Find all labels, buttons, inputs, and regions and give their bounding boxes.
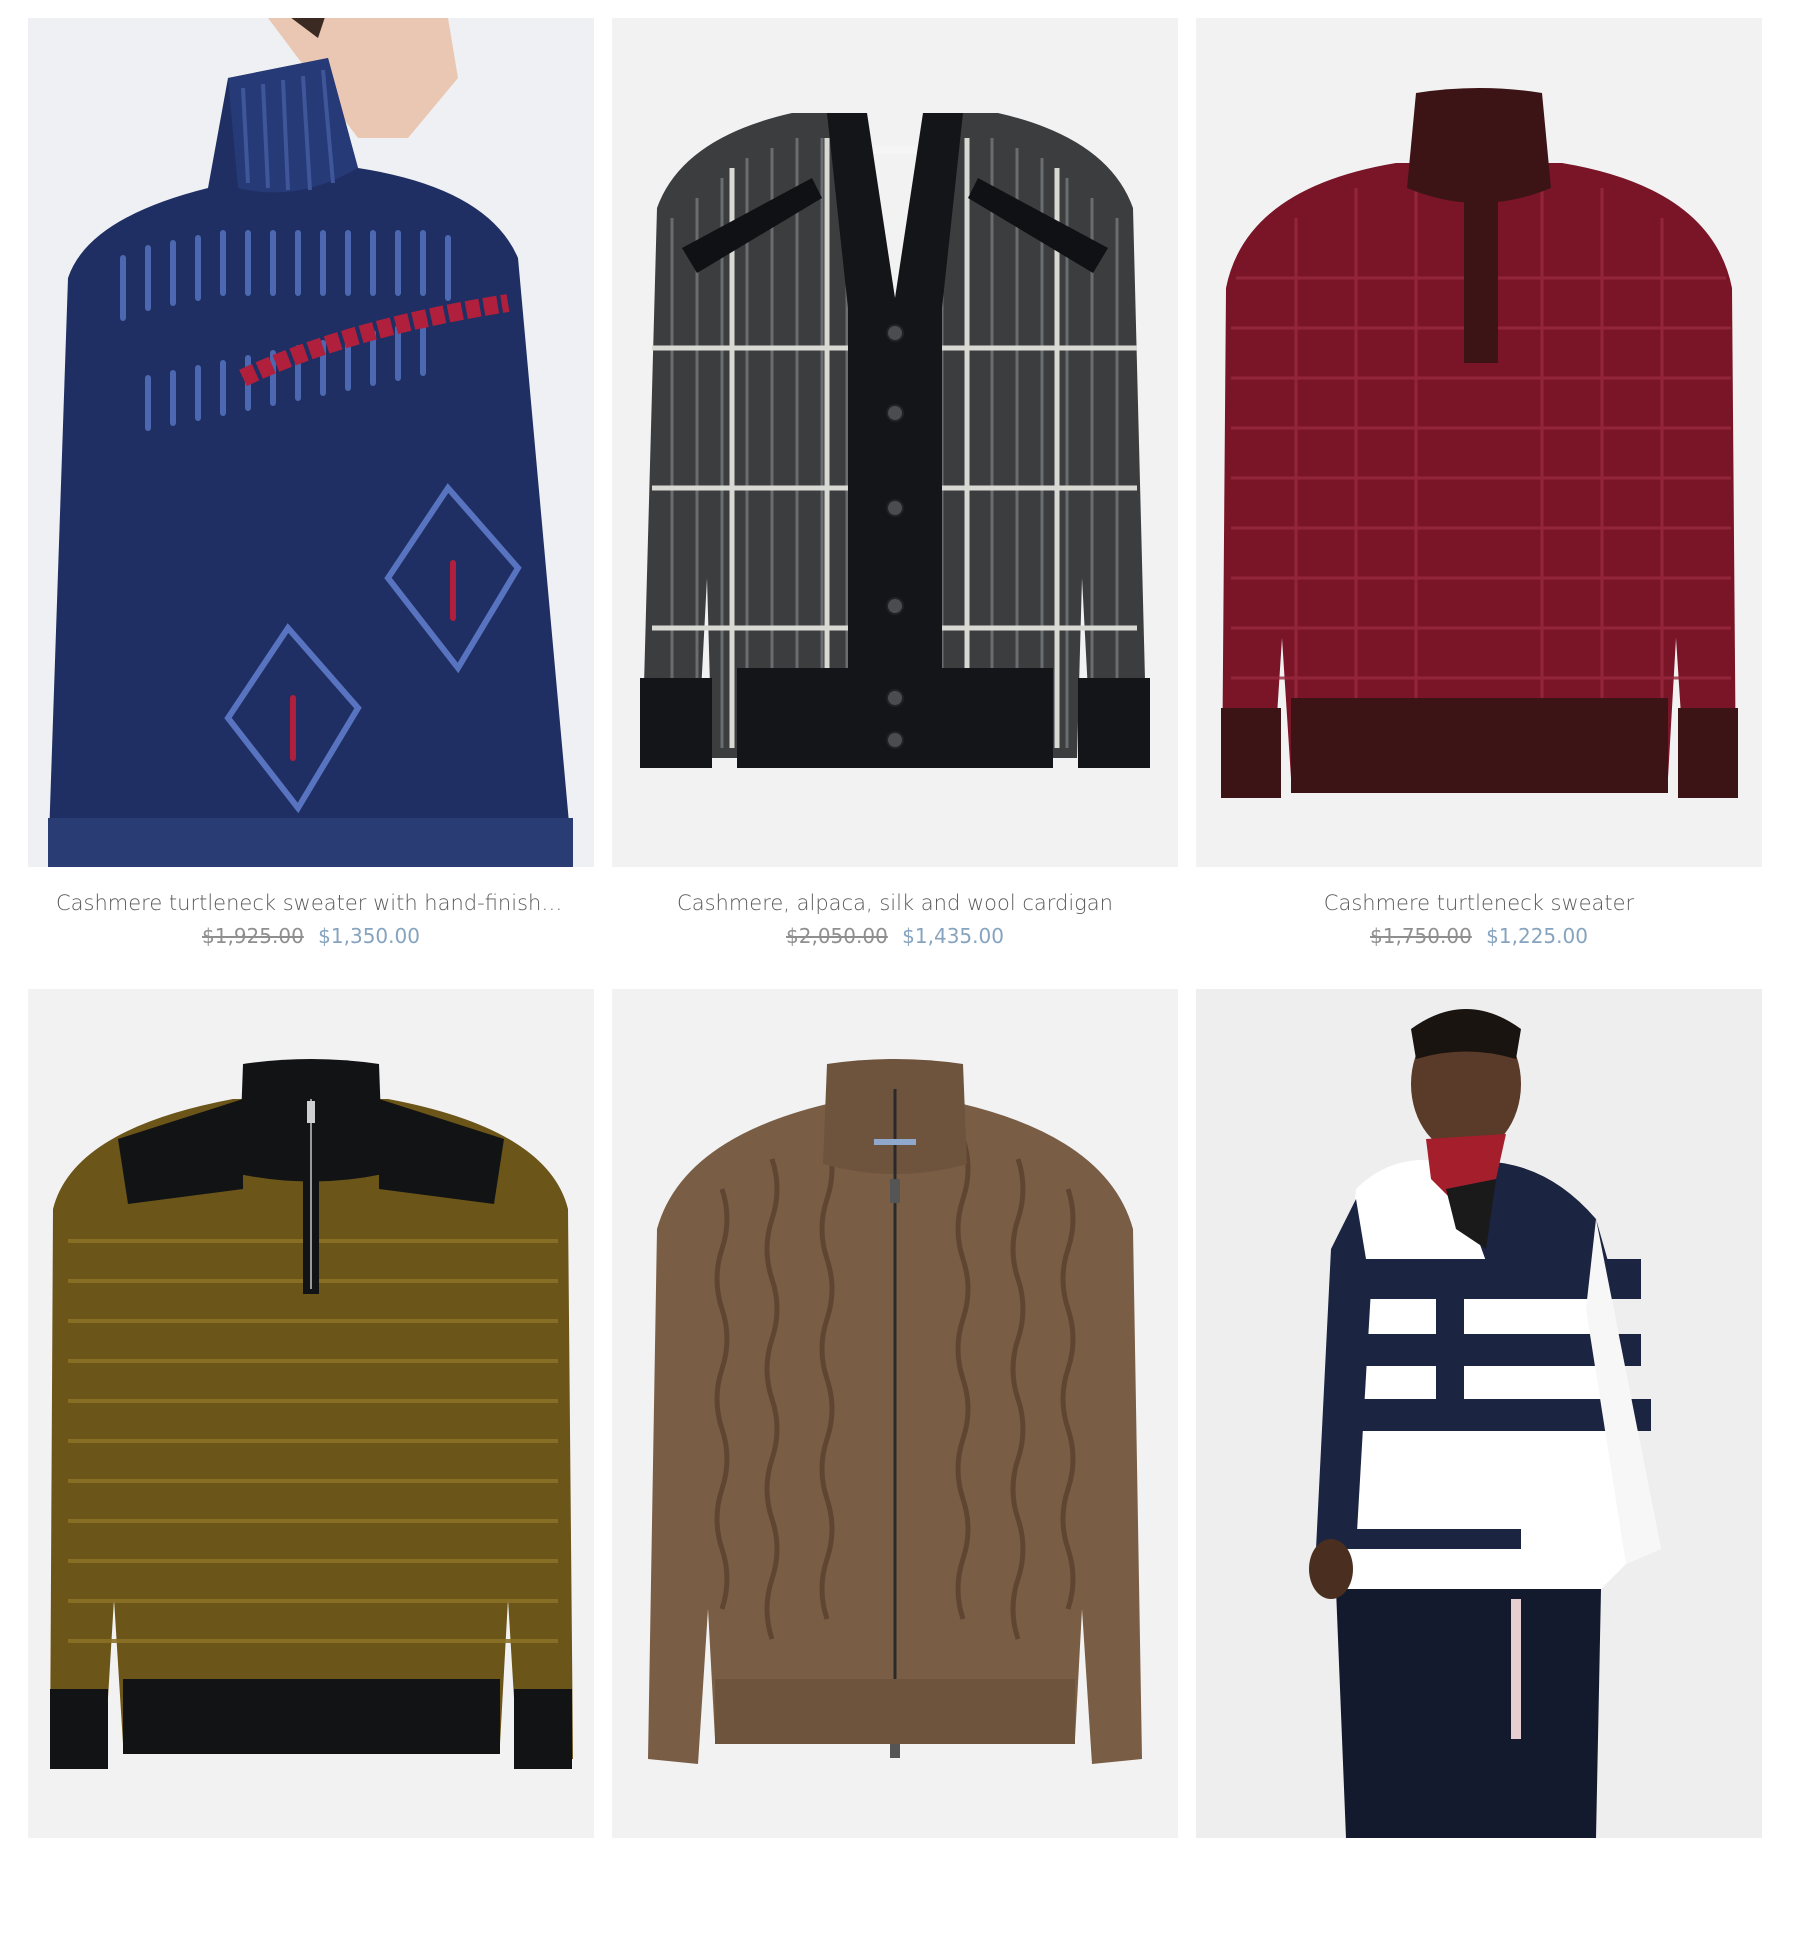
product-title[interactable]: Cashmere turtleneck sweater <box>1196 889 1762 917</box>
product-image[interactable] <box>1196 989 1762 1838</box>
product-image[interactable] <box>28 18 594 867</box>
original-price: $1,925.00 <box>202 924 304 948</box>
olive-half-zip-sweater-image <box>28 989 594 1838</box>
burgundy-half-placket-sweater-image <box>1196 18 1762 867</box>
product-info <box>612 1838 1178 1960</box>
product-image[interactable] <box>28 989 594 1838</box>
product-prices: $2,050.00 $1,435.00 <box>612 923 1178 949</box>
product-info <box>1196 1838 1762 1960</box>
product-grid: Cashmere turtleneck sweater with hand-fi… <box>28 18 1762 1960</box>
product-card[interactable]: Cashmere, alpaca, silk and wool cardigan… <box>612 18 1178 989</box>
product-image[interactable] <box>612 989 1178 1838</box>
product-title[interactable]: Cashmere turtleneck sweater with hand-fi… <box>28 889 594 917</box>
product-card[interactable] <box>28 989 594 1960</box>
original-price: $1,750.00 <box>1370 924 1472 948</box>
brown-cable-zip-cardigan-image <box>612 989 1178 1838</box>
product-info: Cashmere, alpaca, silk and wool cardigan… <box>612 867 1178 989</box>
navy-turtleneck-sweater-image <box>28 18 594 867</box>
gray-check-cardigan-image <box>612 18 1178 867</box>
product-image[interactable] <box>612 18 1178 867</box>
product-card[interactable]: Cashmere turtleneck sweater $1,750.00 $1… <box>1196 18 1762 989</box>
product-info <box>28 1838 594 1960</box>
navy-white-striped-hoodie-model-image <box>1196 989 1762 1838</box>
sale-price: $1,350.00 <box>318 924 420 948</box>
product-card[interactable] <box>612 989 1178 1960</box>
product-info: Cashmere turtleneck sweater $1,750.00 $1… <box>1196 867 1762 989</box>
sale-price: $1,225.00 <box>1486 924 1588 948</box>
product-prices: $1,750.00 $1,225.00 <box>1196 923 1762 949</box>
original-price: $2,050.00 <box>786 924 888 948</box>
product-prices: $1,925.00 $1,350.00 <box>28 923 594 949</box>
product-card[interactable] <box>1196 989 1762 1960</box>
product-image[interactable] <box>1196 18 1762 867</box>
product-title[interactable]: Cashmere, alpaca, silk and wool cardigan <box>612 889 1178 917</box>
sale-price: $1,435.00 <box>902 924 1004 948</box>
product-info: Cashmere turtleneck sweater with hand-fi… <box>28 867 594 989</box>
product-card[interactable]: Cashmere turtleneck sweater with hand-fi… <box>28 18 594 989</box>
